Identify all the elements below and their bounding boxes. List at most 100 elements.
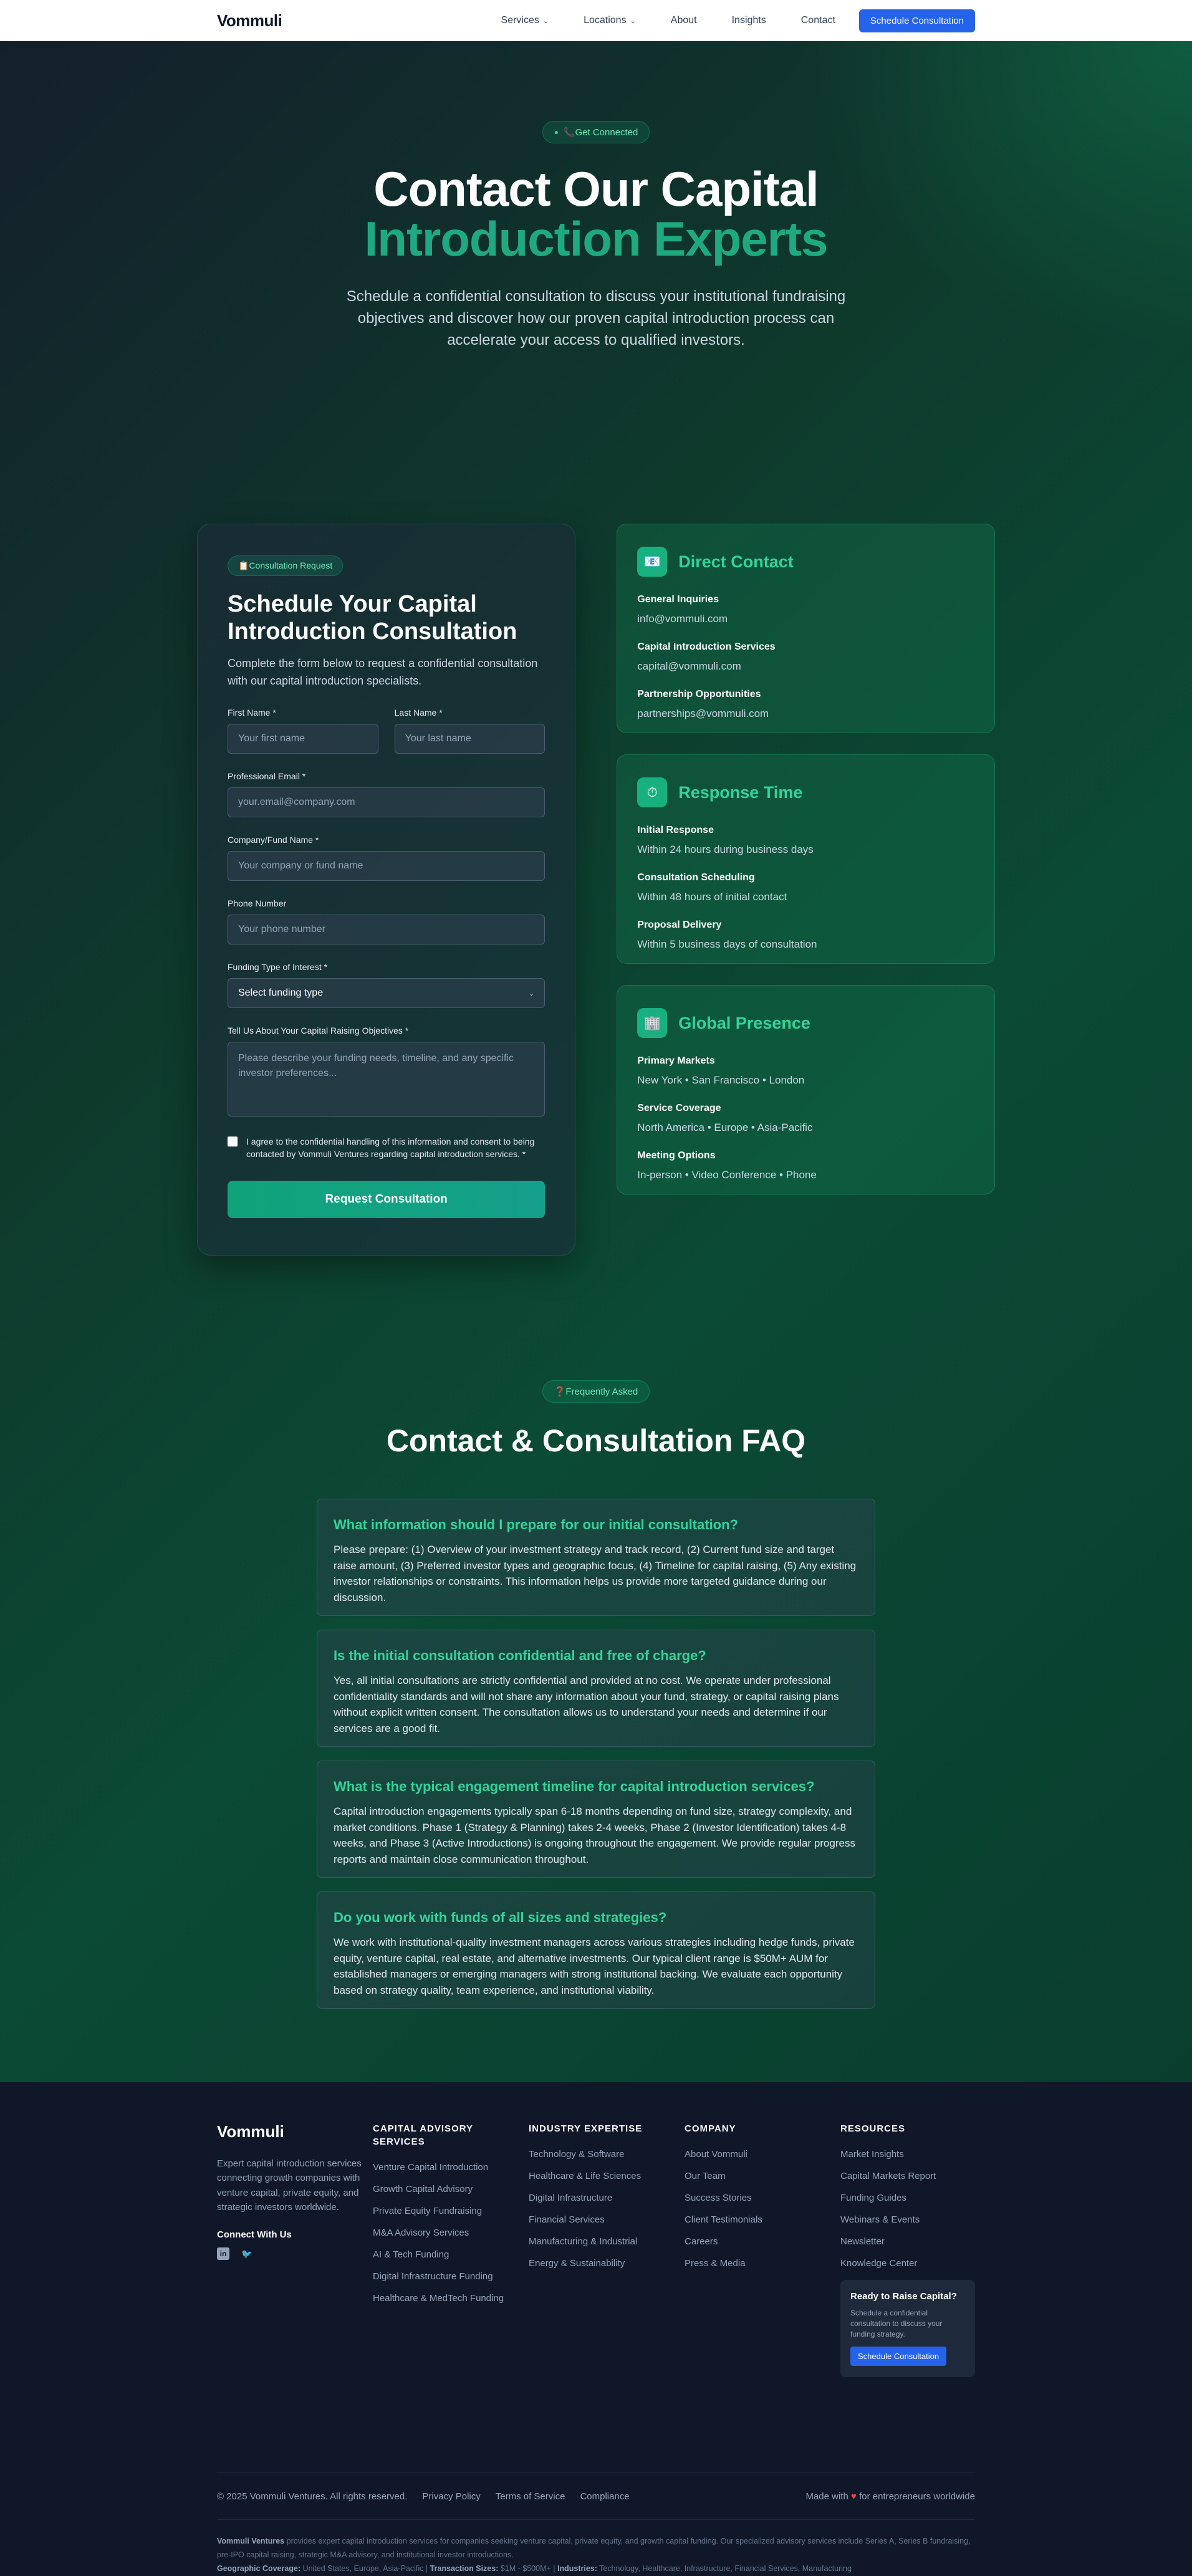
hero-title-line2: Introduction Experts [364, 211, 829, 266]
footer-link[interactable]: Energy & Sustainability [529, 2258, 685, 2269]
footer-link[interactable]: Technology & Software [529, 2149, 685, 2160]
footer-link[interactable]: Careers [685, 2236, 840, 2247]
footer-link[interactable]: Newsletter [840, 2236, 975, 2247]
faq-title: Contact & Consultation FAQ [386, 1423, 806, 1458]
first-name-input[interactable]: Your first name [228, 724, 378, 754]
twitter-icon[interactable]: 🐦 [241, 2247, 253, 2260]
info-label: Capital Introduction Services [637, 642, 776, 652]
footer-schedule-button[interactable]: Schedule Consultation [850, 2347, 947, 2367]
compliance-link[interactable]: Compliance [580, 2491, 629, 2502]
funding-type-label: Funding Type of Interest * [228, 962, 328, 973]
terms-link[interactable]: Terms of Service [496, 2491, 565, 2502]
info-label: Initial Response [637, 825, 714, 835]
consent-row: I agree to the confidential handling of … [228, 1135, 545, 1161]
faq-question: Do you work with funds of all sizes and … [334, 1910, 667, 1925]
consent-checkbox[interactable] [228, 1137, 238, 1147]
footer-link[interactable]: Financial Services [529, 2214, 685, 2225]
consent-text: I agree to the confidential handling of … [246, 1137, 535, 1160]
faq-question: What information should I prepare for ou… [334, 1517, 738, 1532]
linkedin-icon[interactable]: in [217, 2247, 229, 2260]
privacy-link[interactable]: Privacy Policy [422, 2491, 480, 2502]
info-label: Service Coverage [637, 1103, 721, 1113]
footer-brand[interactable]: Vommuli [217, 2122, 373, 2141]
faq-item: What information should I prepare for ou… [317, 1499, 875, 1616]
form-badge: 📋Consultation Request [228, 555, 344, 576]
cta-title: Ready to Raise Capital? [850, 2291, 957, 2302]
faq-item: Is the initial consultation confidential… [317, 1630, 875, 1747]
footer-bottom: © 2025 Vommuli Ventures. All rights rese… [217, 2472, 975, 2502]
email-link[interactable]: info@vommuli.com [637, 613, 974, 625]
footer-link[interactable]: Market Insights [840, 2149, 975, 2160]
info-value: Within 48 hours of initial contact [637, 891, 787, 903]
schedule-consultation-button[interactable]: Schedule Consultation [858, 9, 975, 32]
last-name-label: Last Name * [394, 708, 443, 718]
card-title: Direct Contact [678, 552, 794, 571]
building-icon: 🏢 [637, 1008, 668, 1038]
footer-link[interactable]: M&A Advisory Services [373, 2228, 529, 2238]
nav-services[interactable]: Services ⌄ [501, 15, 549, 26]
footer-link[interactable]: Growth Capital Advisory [373, 2184, 529, 2194]
phone-input[interactable]: Your phone number [228, 915, 546, 945]
footer-link[interactable]: Manufacturing & Industrial [529, 2236, 685, 2247]
footer-col-company: COMPANY About Vommuli Our Team Success S… [685, 2122, 840, 2377]
footer-link[interactable]: About Vommuli [685, 2149, 840, 2160]
form-subtitle: Complete the form below to request a con… [228, 657, 538, 688]
footer-cta-box: Ready to Raise Capital? Schedule a confi… [840, 2280, 975, 2378]
card-title: Global Presence [678, 1013, 810, 1032]
footer-link[interactable]: Funding Guides [840, 2193, 975, 2203]
last-name-input[interactable]: Your last name [394, 724, 546, 754]
info-value: New York • San Francisco • London [637, 1074, 805, 1086]
nav-locations[interactable]: Locations ⌄ [584, 15, 636, 26]
company-input[interactable]: Your company or fund name [228, 851, 546, 882]
footer-link[interactable]: Private Equity Fundraising [373, 2206, 529, 2216]
consultation-form: 📋Consultation Request Schedule Your Capi… [197, 524, 576, 1256]
footer-link[interactable]: Healthcare & Life Sciences [529, 2171, 685, 2181]
footer-link[interactable]: Digital Infrastructure Funding [373, 2271, 529, 2282]
nav-contact[interactable]: Contact [801, 15, 835, 26]
objectives-textarea[interactable]: Please describe your funding needs, time… [228, 1042, 546, 1117]
faq-answer: Yes, all initial consultations are stric… [334, 1675, 839, 1734]
footer-link[interactable]: Venture Capital Introduction [373, 2162, 529, 2173]
hero-badge: ● 📞Get Connected [542, 121, 650, 143]
envelope-icon: 📧 [637, 547, 668, 577]
made-prefix: Made with [805, 2491, 848, 2502]
faq-question: What is the typical engagement timeline … [334, 1779, 815, 1794]
size-value: $1M - $500M+ | [498, 2564, 557, 2574]
card-title: Response Time [678, 782, 803, 802]
email-input[interactable]: your.email@company.com [228, 787, 546, 818]
footer-about: Vommuli Expert capital introduction serv… [217, 2122, 373, 2377]
faq-badge-label: ❓Frequently Asked [554, 1387, 638, 1397]
faq-answer: Please prepare: (1) Overview of your inv… [334, 1544, 857, 1603]
footer-link[interactable]: Success Stories [685, 2193, 840, 2203]
email-link[interactable]: partnerships@vommuli.com [637, 708, 974, 720]
footer-link[interactable]: Knowledge Center [840, 2258, 975, 2269]
footer-link[interactable]: Capital Markets Report [840, 2171, 975, 2181]
size-label: Transaction Sizes: [430, 2564, 499, 2574]
connect-heading: Connect With Us [217, 2229, 292, 2240]
footer-link[interactable]: Digital Infrastructure [529, 2193, 685, 2203]
faq-item: Do you work with funds of all sizes and … [317, 1891, 875, 2009]
request-consultation-button[interactable]: Request Consultation [228, 1180, 546, 1218]
footer-link[interactable]: Client Testimonials [685, 2214, 840, 2225]
brand-logo[interactable]: Vommuli [217, 11, 282, 31]
form-title: Schedule Your Capital Introduction Consu… [228, 591, 517, 645]
footer-link[interactable]: Our Team [685, 2171, 840, 2181]
funding-type-select[interactable]: Select funding type ⌄ [228, 978, 546, 1009]
contact-section: 📋Consultation Request Schedule Your Capi… [197, 524, 995, 1380]
legal-company: Vommuli Ventures [217, 2537, 285, 2546]
info-label: Partnership Opportunities [637, 689, 761, 699]
info-label: Consultation Scheduling [637, 872, 755, 883]
email-link[interactable]: capital@vommuli.com [637, 660, 974, 673]
footer-link[interactable]: AI & Tech Funding [373, 2249, 529, 2260]
nav-about[interactable]: About [671, 15, 697, 26]
footer-col-resources: RESOURCES Market Insights Capital Market… [840, 2122, 975, 2378]
heart-icon: ♥ [850, 2491, 857, 2502]
footer: Vommuli Expert capital introduction serv… [0, 2082, 1192, 2573]
footer-link[interactable]: Press & Media [685, 2258, 840, 2269]
navbar: Vommuli Services ⌄ Locations ⌄ About Insig… [0, 0, 1192, 41]
info-label: Proposal Delivery [637, 920, 722, 930]
info-value: Within 24 hours during business days [637, 843, 814, 855]
footer-link[interactable]: Healthcare & MedTech Funding [373, 2293, 529, 2304]
footer-link[interactable]: Webinars & Events [840, 2214, 975, 2225]
nav-insights[interactable]: Insights [732, 15, 766, 26]
